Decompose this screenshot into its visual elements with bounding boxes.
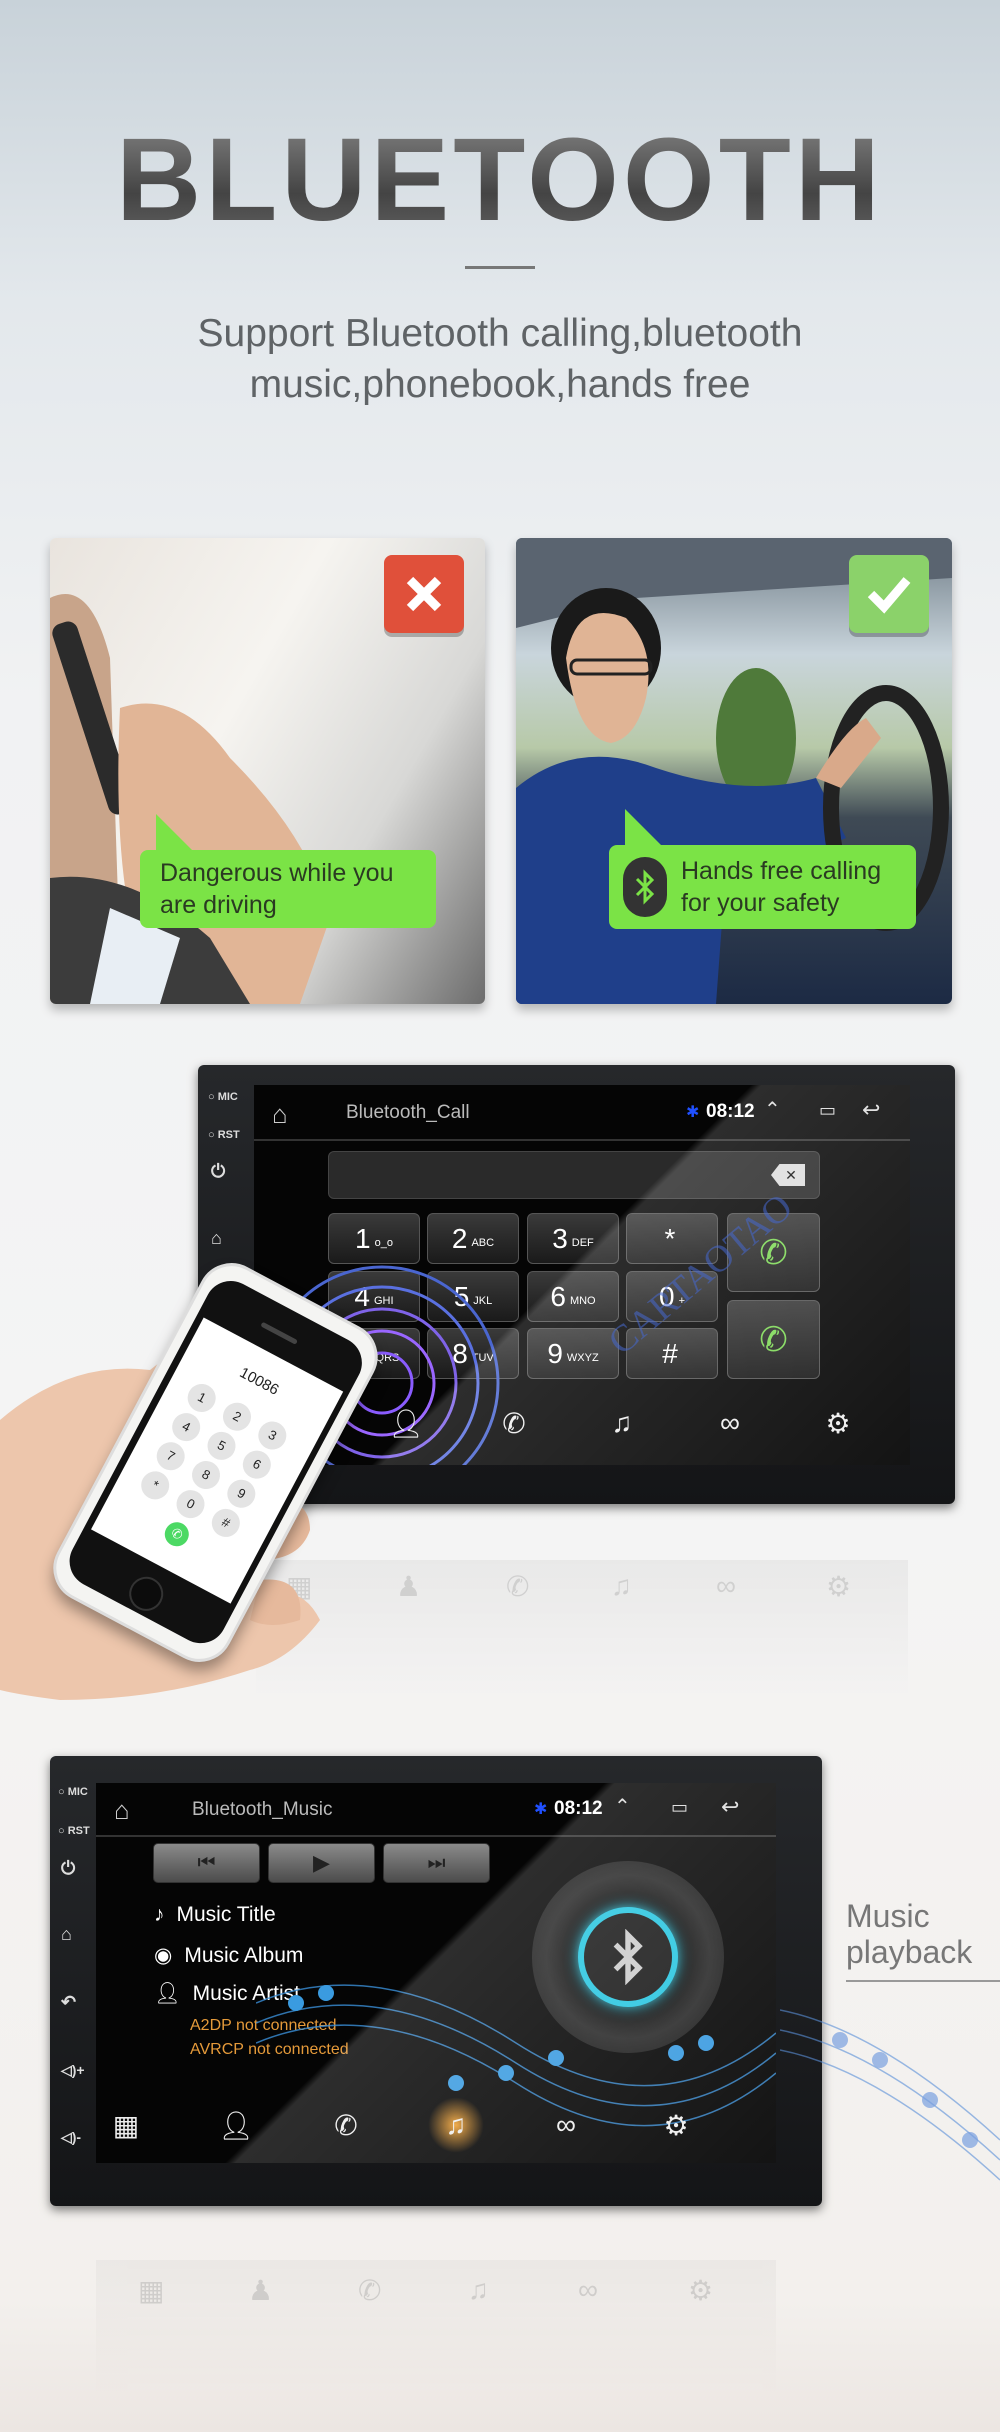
next-icon: ⏭ (427, 1851, 446, 1874)
phone-key[interactable]: * (136, 1466, 175, 1505)
x-icon (406, 576, 442, 612)
phone-key[interactable]: 4 (167, 1408, 206, 1447)
app-title: Bluetooth_Call (346, 1102, 470, 1123)
expand-up-icon[interactable]: ⌃ (614, 1794, 631, 1819)
caption-line-1: Music (846, 1898, 930, 1934)
safety-line-1: Hands free calling (681, 857, 882, 885)
dialpad-icon[interactable]: ▦ (106, 2105, 146, 2145)
back-icon[interactable]: ↩ (862, 1097, 880, 1123)
bluetooth-icon (623, 857, 667, 917)
previous-button[interactable]: ⏮ (153, 1843, 260, 1883)
status-bar: ⌂ Bluetooth_Music ✱ 08:12 ⌃ ▭ ↩ (96, 1783, 776, 1837)
contacts-icon[interactable]: 👤︎ (216, 2105, 256, 2145)
music-unit-reflection: ▦ ♟ ✆ ♫ ∞ ⚙ (96, 2260, 776, 2400)
card-hands-free: Hands free calling for your safety (516, 538, 952, 1004)
head-unit-music: ○ MIC ○ RST ⏻ ⌂ ↶ ◁)+ ◁)- ⌂ Bluetooth_Mu… (50, 1756, 822, 2206)
page-title: BLUETOOTH (0, 112, 1000, 248)
music-icon[interactable]: ♫ (602, 1403, 642, 1443)
home-icon[interactable]: ⌂ (61, 1924, 72, 1945)
redial-icon: ✆ (759, 1320, 788, 1359)
rst-label: ○ RST (58, 1825, 90, 1837)
phone-key[interactable]: 1 (182, 1379, 221, 1417)
app-title: Bluetooth_Music (192, 1799, 333, 1820)
music-caption: Music playback (846, 1898, 972, 1970)
caption-line-2: playback (846, 1934, 973, 1970)
mic-label: ○ MIC (208, 1091, 238, 1103)
clock: 08:12 (554, 1798, 603, 1819)
warning-line-2: are driving (160, 891, 277, 919)
clock: 08:12 (706, 1101, 755, 1122)
recent-apps-icon[interactable]: ▭ (671, 1797, 688, 1818)
phone-call-button[interactable]: ✆ (160, 1517, 194, 1551)
back-side-icon[interactable]: ↶ (61, 1992, 76, 2013)
phone-key[interactable]: 0 (171, 1485, 210, 1524)
safety-bubble: Hands free calling for your safety (609, 809, 916, 929)
number-input[interactable]: ✕ (328, 1151, 820, 1199)
music-notes-overflow (780, 2009, 1000, 2181)
expand-up-icon[interactable]: ⌃ (764, 1097, 781, 1122)
home-house-icon[interactable]: ⌂ (272, 1099, 288, 1130)
phone-key[interactable]: 2 (218, 1397, 256, 1436)
phone-key[interactable]: # (206, 1503, 245, 1542)
phone-key[interactable]: 5 (202, 1426, 241, 1465)
title-divider (465, 266, 535, 269)
settings-icon[interactable]: ⚙ (818, 1403, 858, 1443)
back-icon[interactable]: ↩ (721, 1794, 739, 1820)
check-icon (867, 577, 911, 614)
call-log-icon[interactable]: ✆ (326, 2105, 366, 2145)
phone-key[interactable]: 3 (253, 1416, 292, 1455)
play-button[interactable]: ▶ (268, 1843, 375, 1883)
phone-key[interactable]: 7 (151, 1437, 190, 1476)
settings-icon[interactable]: ⚙ (656, 2105, 696, 2145)
music-screen: ⌂ Bluetooth_Music ✱ 08:12 ⌃ ▭ ↩ ⏮ ▶ ⏭ ♪ M… (96, 1783, 776, 2163)
warning-line-1: Dangerous while you (160, 859, 394, 887)
link-icon[interactable]: ∞ (710, 1403, 750, 1443)
caption-underline (846, 1980, 1000, 1982)
subtitle-line-1: Support Bluetooth calling,bluetooth (197, 312, 803, 355)
status-bar: ⌂ Bluetooth_Call ✱ 08:12 ⌃ ▭ ↩ (254, 1085, 910, 1141)
track-title: ♪ Music Title (154, 1903, 276, 1926)
mic-label: ○ MIC (58, 1786, 88, 1798)
play-icon: ▶ (313, 1850, 330, 1875)
backspace-icon[interactable]: ✕ (771, 1164, 805, 1186)
phone-key[interactable]: 9 (222, 1474, 261, 1513)
volume-down-icon[interactable]: ◁)- (61, 2129, 81, 2146)
phone-key[interactable]: 6 (237, 1445, 276, 1484)
volume-up-icon[interactable]: ◁)+ (61, 2062, 85, 2079)
bluetooth-status-icon: ✱ (534, 1801, 548, 1818)
subtitle-line-2: music,phonebook,hands free (249, 363, 751, 406)
warning-bubble: Dangerous while you are driving (140, 814, 436, 928)
recent-apps-icon[interactable]: ▭ (819, 1100, 836, 1121)
wrong-badge (384, 555, 464, 633)
rst-label: ○ RST (208, 1129, 240, 1141)
phone-key[interactable]: 8 (187, 1456, 225, 1494)
link-icon[interactable]: ∞ (546, 2105, 586, 2145)
home-house-icon[interactable]: ⌂ (114, 1795, 130, 1826)
power-icon[interactable]: ⏻ (61, 1858, 75, 1879)
contacts-icon[interactable]: 👤︎ (386, 1403, 426, 1443)
home-icon[interactable]: ⌂ (211, 1228, 222, 1249)
bluetooth-status-icon: ✱ (686, 1104, 700, 1121)
note-icon: ♪ (154, 1903, 165, 1926)
card-phone-while-driving: Dangerous while you are driving (50, 538, 485, 1004)
person-icon: 👤︎ (154, 1982, 181, 2005)
next-button[interactable]: ⏭ (383, 1843, 490, 1883)
power-icon[interactable]: ⏻ (211, 1161, 225, 1182)
call-log-icon[interactable]: ✆ (494, 1403, 534, 1443)
disc-icon: ◉ (154, 1944, 173, 1967)
safety-line-2: for your safety (681, 889, 840, 917)
correct-badge (849, 555, 929, 633)
music-icon[interactable]: ♫ (428, 2097, 484, 2153)
redial-button[interactable]: ✆ (727, 1300, 820, 1379)
previous-icon: ⏮ (197, 1851, 216, 1874)
